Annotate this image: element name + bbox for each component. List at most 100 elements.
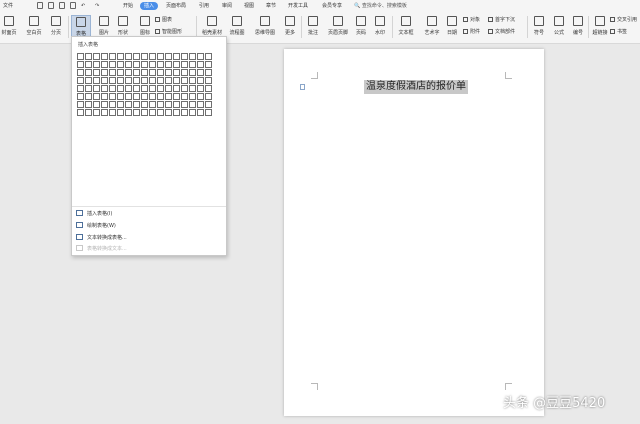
- table-grid-cell[interactable]: [85, 109, 92, 116]
- table-grid-cell[interactable]: [109, 109, 116, 116]
- table-grid-cell[interactable]: [141, 77, 148, 84]
- table-grid-cell[interactable]: [165, 69, 172, 76]
- table-grid-cell[interactable]: [77, 69, 84, 76]
- chart-button[interactable]: 图表: [155, 16, 172, 24]
- table-grid-cell[interactable]: [93, 85, 100, 92]
- table-grid-cell[interactable]: [197, 77, 204, 84]
- text-box-button[interactable]: 文本框: [396, 15, 416, 39]
- table-grid-cell[interactable]: [149, 77, 156, 84]
- mind-map-button[interactable]: 思维导图: [252, 15, 278, 39]
- text-to-table-item[interactable]: 文本转换成表格...: [76, 234, 127, 243]
- table-grid-cell[interactable]: [133, 93, 140, 100]
- table-grid-cell[interactable]: [141, 85, 148, 92]
- table-grid-cell[interactable]: [93, 109, 100, 116]
- table-grid-cell[interactable]: [165, 77, 172, 84]
- numbering-button[interactable]: 编号: [570, 15, 586, 39]
- table-grid-cell[interactable]: [165, 109, 172, 116]
- table-grid-cell[interactable]: [77, 85, 84, 92]
- table-grid-cell[interactable]: [149, 61, 156, 68]
- paragraph-layout-icon[interactable]: [300, 84, 305, 90]
- table-grid-cell[interactable]: [117, 77, 124, 84]
- table-grid-cell[interactable]: [125, 85, 132, 92]
- table-grid-cell[interactable]: [181, 69, 188, 76]
- redo-icon[interactable]: ↷: [95, 2, 99, 10]
- bookmark-button[interactable]: 书签: [610, 28, 627, 36]
- object-button[interactable]: 对象: [463, 16, 480, 24]
- table-grid-cell[interactable]: [141, 69, 148, 76]
- search-input[interactable]: 🔍 查找命令、搜索模板: [354, 2, 416, 10]
- smart-art-button[interactable]: 智能图形: [155, 28, 182, 36]
- table-grid-cell[interactable]: [173, 85, 180, 92]
- table-grid-cell[interactable]: [205, 109, 212, 116]
- table-grid-cell[interactable]: [101, 77, 108, 84]
- table-grid-cell[interactable]: [133, 61, 140, 68]
- table-grid-cell[interactable]: [189, 61, 196, 68]
- table-grid-cell[interactable]: [149, 85, 156, 92]
- comment-button[interactable]: 批注: [304, 15, 322, 39]
- table-grid-cell[interactable]: [141, 53, 148, 60]
- table-grid-cell[interactable]: [189, 101, 196, 108]
- table-grid-cell[interactable]: [85, 101, 92, 108]
- table-grid-cell[interactable]: [197, 85, 204, 92]
- table-grid-cell[interactable]: [157, 93, 164, 100]
- tab-home[interactable]: 开始: [123, 2, 133, 10]
- table-grid-cell[interactable]: [157, 85, 164, 92]
- page-number-button[interactable]: 页码: [352, 15, 370, 39]
- table-grid-cell[interactable]: [109, 61, 116, 68]
- table-grid-cell[interactable]: [133, 69, 140, 76]
- table-grid-cell[interactable]: [77, 61, 84, 68]
- table-grid-cell[interactable]: [85, 61, 92, 68]
- table-grid-cell[interactable]: [117, 109, 124, 116]
- table-grid-cell[interactable]: [149, 109, 156, 116]
- table-grid-cell[interactable]: [181, 53, 188, 60]
- table-grid-cell[interactable]: [93, 61, 100, 68]
- formula-button[interactable]: 公式: [550, 15, 568, 39]
- cover-page-button[interactable]: 封面页: [0, 15, 18, 39]
- table-grid-cell[interactable]: [189, 77, 196, 84]
- table-grid-cell[interactable]: [141, 93, 148, 100]
- table-grid-cell[interactable]: [117, 93, 124, 100]
- table-grid-cell[interactable]: [141, 61, 148, 68]
- table-grid-cell[interactable]: [77, 109, 84, 116]
- table-grid-cell[interactable]: [77, 77, 84, 84]
- table-grid-cell[interactable]: [165, 101, 172, 108]
- table-grid-cell[interactable]: [197, 61, 204, 68]
- table-grid-cell[interactable]: [173, 101, 180, 108]
- hyperlink-button[interactable]: 超链接: [591, 15, 609, 39]
- table-grid-cell[interactable]: [85, 93, 92, 100]
- table-grid-cell[interactable]: [205, 61, 212, 68]
- symbol-button[interactable]: 符号: [530, 15, 548, 39]
- preview-icon[interactable]: [59, 2, 65, 9]
- tab-page-layout[interactable]: 页面布局: [166, 2, 186, 10]
- table-grid-cell[interactable]: [173, 53, 180, 60]
- tab-references[interactable]: 引用: [199, 2, 209, 10]
- table-grid-cell[interactable]: [93, 101, 100, 108]
- table-grid-cell[interactable]: [141, 101, 148, 108]
- table-grid-cell[interactable]: [109, 77, 116, 84]
- table-grid-cell[interactable]: [93, 93, 100, 100]
- table-grid-cell[interactable]: [109, 93, 116, 100]
- blank-page-button[interactable]: 空白页: [23, 15, 45, 39]
- table-grid-cell[interactable]: [133, 85, 140, 92]
- document-page[interactable]: 温泉度假酒店的报价单: [284, 49, 544, 416]
- attachment-button[interactable]: 附件: [463, 28, 480, 36]
- draw-table-item[interactable]: 绘制表格(W): [76, 222, 116, 231]
- flowchart-button[interactable]: 流程图: [226, 15, 248, 39]
- table-grid-cell[interactable]: [205, 101, 212, 108]
- table-grid-cell[interactable]: [133, 77, 140, 84]
- table-grid-cell[interactable]: [117, 53, 124, 60]
- table-grid-cell[interactable]: [205, 77, 212, 84]
- table-grid-cell[interactable]: [101, 93, 108, 100]
- table-grid-cell[interactable]: [173, 61, 180, 68]
- watermark-button[interactable]: 水印: [371, 15, 389, 39]
- table-grid-cell[interactable]: [197, 101, 204, 108]
- save-icon[interactable]: [37, 2, 43, 9]
- table-grid-cell[interactable]: [93, 53, 100, 60]
- table-grid-cell[interactable]: [149, 53, 156, 60]
- table-grid-cell[interactable]: [93, 69, 100, 76]
- table-grid-cell[interactable]: [165, 61, 172, 68]
- table-grid-cell[interactable]: [125, 61, 132, 68]
- document-title[interactable]: 温泉度假酒店的报价单: [364, 80, 468, 94]
- table-grid-cell[interactable]: [197, 109, 204, 116]
- table-grid-cell[interactable]: [189, 69, 196, 76]
